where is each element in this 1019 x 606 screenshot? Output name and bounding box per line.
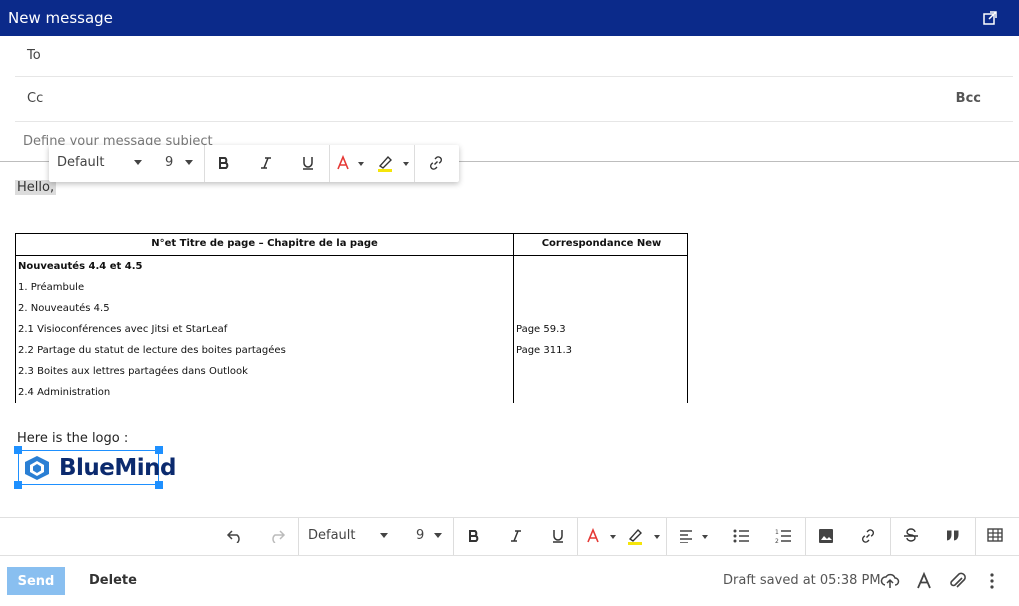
highlight-icon[interactable]	[627, 527, 661, 545]
resize-handle[interactable]	[155, 446, 163, 454]
strikethrough-icon[interactable]	[903, 528, 919, 544]
toolbar-divider	[0, 555, 1019, 556]
logo-intro-text: Here is the logo :	[17, 431, 129, 446]
floating-format-toolbar: Default 9	[49, 145, 459, 182]
external-link-icon[interactable]	[981, 9, 999, 27]
size-select-value: 9	[165, 155, 174, 170]
underline-icon[interactable]	[551, 528, 565, 544]
table-header-correspondance: Correspondance New	[541, 238, 662, 249]
toolbar-separator	[329, 145, 330, 182]
bcc-button[interactable]: Bcc	[956, 91, 981, 106]
underline-icon[interactable]	[301, 155, 315, 171]
font-select[interactable]: Default	[308, 528, 388, 543]
toolbar-separator	[298, 518, 299, 555]
toolbar-separator	[890, 518, 891, 555]
greeting-text: Hello,	[15, 180, 57, 195]
more-options-icon[interactable]	[982, 571, 1002, 591]
table-header-divider	[16, 255, 687, 256]
logo-image[interactable]: BlueMind	[14, 446, 177, 489]
image-icon[interactable]	[818, 528, 834, 544]
toolbar-separator	[577, 518, 578, 555]
bold-icon[interactable]	[467, 529, 481, 543]
link-icon[interactable]	[428, 155, 444, 171]
table-cell: 2.1 Visioconférences avec Jitsi et StarL…	[18, 324, 228, 335]
title-bar: New message	[0, 0, 1019, 36]
bullet-list-icon[interactable]	[733, 529, 749, 543]
table-column-divider	[513, 234, 514, 403]
cloud-upload-icon[interactable]	[880, 571, 900, 591]
undo-icon[interactable]	[226, 529, 244, 543]
svg-text:1: 1	[775, 529, 779, 536]
table-cell: Nouveautés 4.4 et 4.5	[18, 261, 143, 272]
quote-icon[interactable]	[945, 529, 961, 543]
size-select[interactable]: 9	[416, 528, 442, 543]
table-header-title: N°et Titre de page – Chapitre de la page	[151, 238, 378, 249]
table-icon[interactable]	[987, 528, 1003, 542]
to-label: To	[27, 48, 41, 63]
bluemind-logo-mark	[25, 456, 49, 480]
text-format-icon[interactable]	[914, 571, 934, 591]
text-color-icon[interactable]	[586, 528, 618, 544]
italic-icon[interactable]	[509, 529, 523, 543]
size-select[interactable]: 9	[165, 155, 193, 170]
highlight-icon[interactable]	[377, 154, 409, 172]
resize-handle[interactable]	[155, 481, 163, 489]
logo-wordmark: BlueMind	[59, 455, 177, 481]
content-table: N°et Titre de page – Chapitre de la page…	[15, 233, 688, 403]
resize-handle[interactable]	[14, 481, 22, 489]
toolbar-separator	[975, 518, 976, 555]
table-cell: 2.2 Partage du statut de lecture des boi…	[18, 345, 286, 356]
font-select-value: Default	[57, 155, 105, 170]
toolbar-separator	[204, 145, 205, 182]
numbered-list-icon[interactable]: 12	[775, 528, 791, 544]
table-cell: 2. Nouveautés 4.5	[18, 303, 110, 314]
table-cell: 1. Préambule	[18, 282, 85, 293]
table-cell: Page 311.3	[516, 345, 573, 356]
window-title: New message	[8, 9, 113, 27]
svg-text:2: 2	[775, 538, 779, 544]
size-select-value: 9	[416, 528, 425, 543]
cc-field[interactable]: Cc Bcc	[15, 77, 1013, 122]
toolbar-separator	[453, 518, 454, 555]
send-button[interactable]: Send	[7, 567, 65, 595]
cc-label: Cc	[27, 91, 44, 106]
font-select-value: Default	[308, 528, 356, 543]
table-cell: 2.4 Administration	[18, 387, 111, 398]
to-field[interactable]: To	[15, 36, 1013, 77]
chevron-down-icon	[185, 160, 193, 165]
redo-icon[interactable]	[268, 529, 286, 543]
bold-icon[interactable]	[217, 156, 231, 170]
resize-handle[interactable]	[14, 446, 22, 454]
chevron-down-icon	[434, 533, 442, 538]
table-cell: Page 59.3	[516, 324, 566, 335]
align-icon[interactable]	[679, 529, 709, 543]
chevron-down-icon	[380, 533, 388, 538]
font-select[interactable]: Default	[57, 155, 142, 170]
table-cell: 2.3 Boites aux lettres partagées dans Ou…	[18, 366, 248, 377]
draft-status: Draft saved at 05:38 PM	[723, 573, 881, 588]
text-color-icon[interactable]	[336, 155, 364, 171]
toolbar-separator	[666, 518, 667, 555]
toolbar-separator	[805, 518, 806, 555]
italic-icon[interactable]	[259, 156, 273, 170]
chevron-down-icon	[134, 160, 142, 165]
toolbar-divider	[0, 517, 1019, 518]
attachment-icon[interactable]	[948, 571, 968, 591]
link-icon[interactable]	[860, 528, 876, 544]
delete-button[interactable]: Delete	[89, 573, 137, 588]
toolbar-separator	[414, 145, 415, 182]
